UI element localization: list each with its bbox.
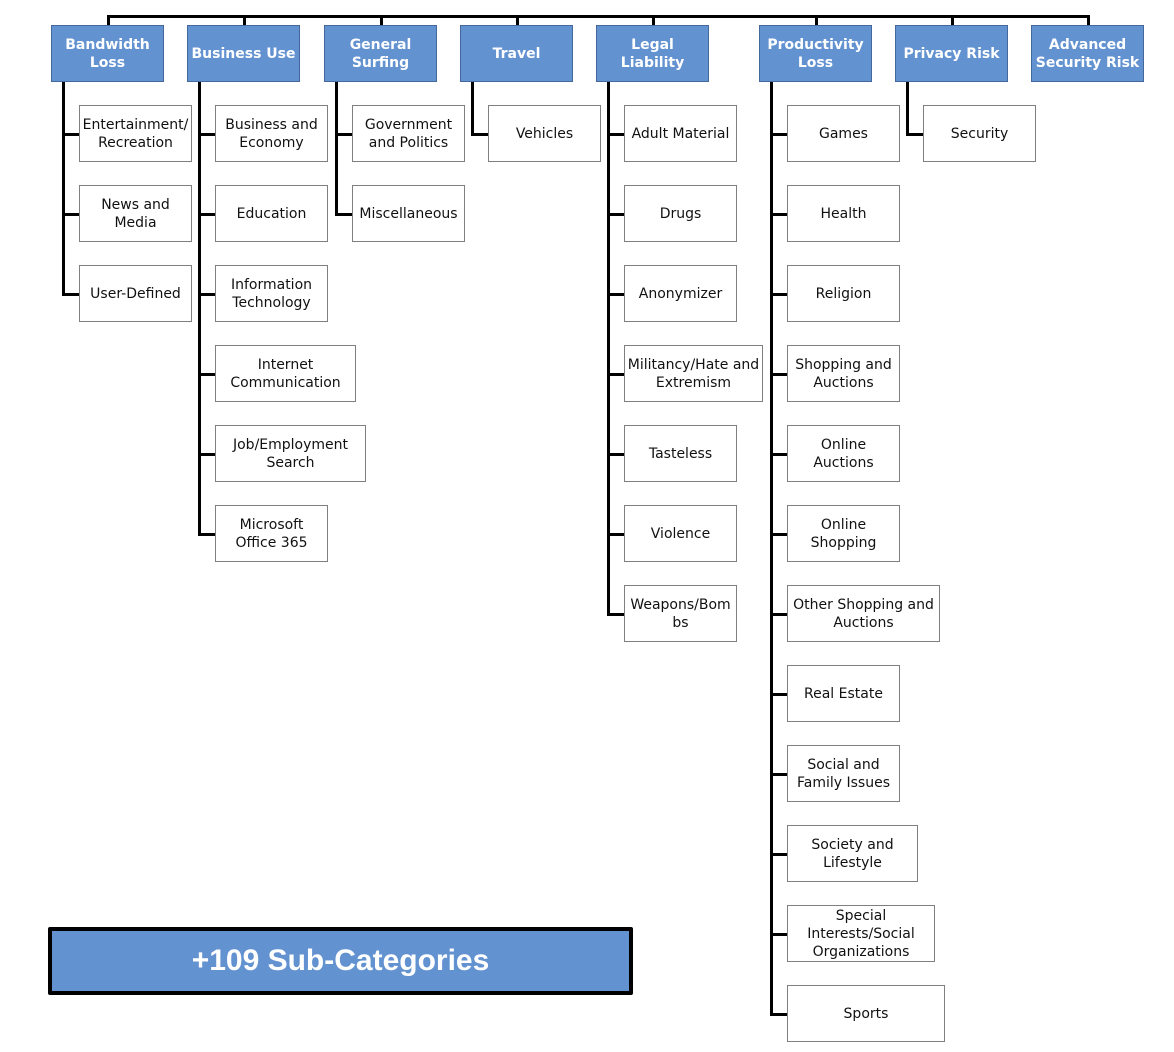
subcategory-government-and-politics: Government and Politics (352, 105, 465, 162)
subcategory-branch-connector (607, 532, 624, 536)
subcategory-branch-connector (62, 212, 79, 216)
category-privacy-risk: Privacy Risk (895, 25, 1008, 82)
subcategory-security: Security (923, 105, 1036, 162)
subcategory-branch-connector (607, 132, 624, 136)
subcategory-society-and-lifestyle: Society and Lifestyle (787, 825, 918, 882)
subcategory-information-technology: Information Technology (215, 265, 328, 322)
subcategory-other-shopping-and-auctions: Other Shopping and Auctions (787, 585, 940, 642)
subcategory-branch-connector (770, 772, 787, 776)
subcategory-branch-connector (770, 452, 787, 456)
subcategory-branch-connector (607, 612, 624, 616)
subcategory-branch-connector (198, 452, 215, 456)
category-productivity-loss: Productivity Loss (759, 25, 872, 82)
subcategory-branch-connector (906, 132, 923, 136)
category-spine-connector (335, 82, 338, 216)
subcategory-tasteless: Tasteless (624, 425, 737, 482)
subcategory-sports: Sports (787, 985, 945, 1042)
subcategory-branch-connector (770, 1012, 787, 1016)
subcategory-news-and-media: News and Media (79, 185, 192, 242)
category-drop-connector (950, 15, 954, 25)
subcategory-branch-connector (770, 612, 787, 616)
subcategory-drugs: Drugs (624, 185, 737, 242)
category-drop-connector (379, 15, 383, 25)
category-drop-connector (515, 15, 519, 25)
subcategory-branch-connector (770, 852, 787, 856)
subcategory-branch-connector (198, 292, 215, 296)
subcategory-entertainment-recreation: Entertainment/ Recreation (79, 105, 192, 162)
subcategory-branch-connector (62, 292, 79, 296)
subcategory-adult-material: Adult Material (624, 105, 737, 162)
subcategory-job-employment-search: Job/Employment Search (215, 425, 366, 482)
subcategory-vehicles: Vehicles (488, 105, 601, 162)
subcategory-branch-connector (770, 532, 787, 536)
subcategory-user-defined: User-Defined (79, 265, 192, 322)
category-drop-connector (106, 15, 110, 25)
subcategory-branch-connector (770, 692, 787, 696)
subcategory-real-estate: Real Estate (787, 665, 900, 722)
subcategory-special-interests-social-organizations: Special Interests/Social Organizations (787, 905, 935, 962)
subcategory-branch-connector (62, 132, 79, 136)
subcategory-branch-connector (770, 132, 787, 136)
category-legal-liability: Legal Liability (596, 25, 709, 82)
subcategory-branch-connector (770, 292, 787, 296)
subcategory-branch-connector (198, 372, 215, 376)
category-tree: Bandwidth Loss Entertainment/ Recreation N… (0, 0, 1174, 1052)
root-connector (106, 15, 1090, 18)
subcategory-branch-connector (198, 532, 215, 536)
subcategory-branch-connector (770, 372, 787, 376)
subcategory-branch-connector (607, 452, 624, 456)
category-spine-connector (198, 82, 201, 536)
category-travel: Travel (460, 25, 573, 82)
subcategory-religion: Religion (787, 265, 900, 322)
subcategory-branch-connector (198, 132, 215, 136)
category-general-surfing: General Surfing (324, 25, 437, 82)
category-drop-connector (242, 15, 246, 25)
subcategory-branch-connector (770, 932, 787, 936)
subcategory-business-and-economy: Business and Economy (215, 105, 328, 162)
subcategory-militancy-hate-and-extremism: Militancy/Hate and Extremism (624, 345, 763, 402)
subcategory-online-auctions: Online Auctions (787, 425, 900, 482)
category-advanced-security-risk: Advanced Security Risk (1031, 25, 1144, 82)
subcategory-education: Education (215, 185, 328, 242)
category-spine-connector (906, 82, 909, 136)
subcategory-branch-connector (607, 212, 624, 216)
category-spine-connector (471, 82, 474, 136)
subcategory-violence: Violence (624, 505, 737, 562)
subcategory-branch-connector (607, 292, 624, 296)
category-business-use: Business Use (187, 25, 300, 82)
more-subcategories-banner: +109 Sub-Categories (48, 927, 633, 995)
category-drop-connector (814, 15, 818, 25)
category-spine-connector (770, 82, 773, 1016)
subcategory-games: Games (787, 105, 900, 162)
subcategory-branch-connector (607, 372, 624, 376)
category-drop-connector (1086, 15, 1090, 25)
subcategory-online-shopping: Online Shopping (787, 505, 900, 562)
category-spine-connector (62, 82, 65, 296)
category-drop-connector (651, 15, 655, 25)
subcategory-branch-connector (198, 212, 215, 216)
subcategory-anonymizer: Anonymizer (624, 265, 737, 322)
subcategory-internet-communication: Internet Communication (215, 345, 356, 402)
subcategory-health: Health (787, 185, 900, 242)
category-bandwidth-loss: Bandwidth Loss (51, 25, 164, 82)
subcategory-miscellaneous: Miscellaneous (352, 185, 465, 242)
subcategory-branch-connector (471, 132, 488, 136)
subcategory-branch-connector (335, 132, 352, 136)
subcategory-microsoft-office-365: Microsoft Office 365 (215, 505, 328, 562)
subcategory-branch-connector (770, 212, 787, 216)
subcategory-branch-connector (335, 212, 352, 216)
subcategory-shopping-and-auctions: Shopping and Auctions (787, 345, 900, 402)
subcategory-social-and-family-issues: Social and Family Issues (787, 745, 900, 802)
subcategory-weapons-bom-bs: Weapons/Bom bs (624, 585, 737, 642)
